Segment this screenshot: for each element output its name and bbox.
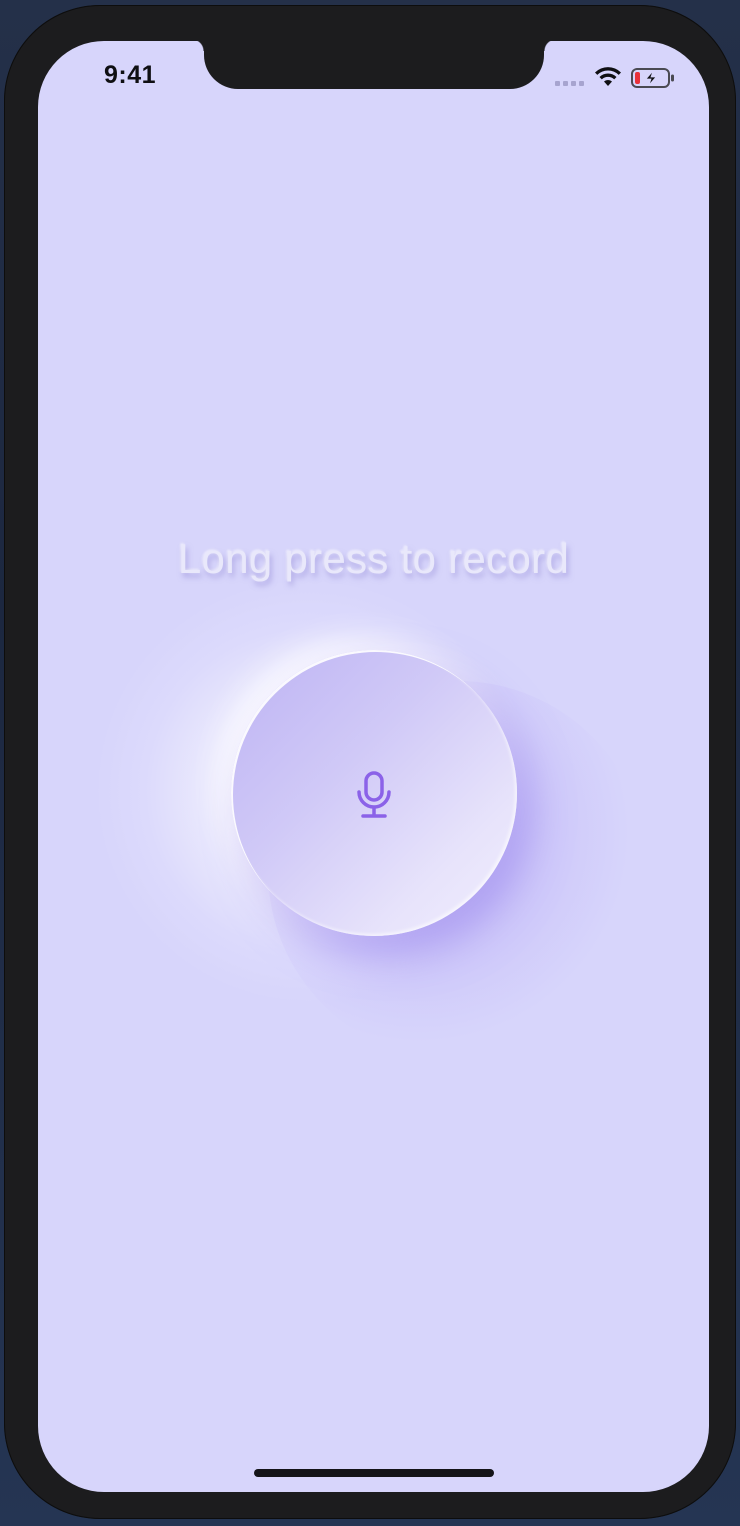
microphone-icon (357, 771, 391, 818)
status-time: 9:41 (104, 61, 157, 89)
record-hint-text: Long press to record (177, 535, 570, 582)
app-screen: 9:41 Long press to record (38, 41, 709, 1492)
home-indicator[interactable] (254, 1469, 494, 1477)
signal-icon (555, 81, 584, 86)
phone-frame: 9:41 Long press to record (4, 5, 736, 1519)
record-button[interactable] (231, 650, 517, 936)
wifi-icon (595, 67, 621, 86)
battery-charging-icon (631, 68, 674, 88)
device-notch (192, 41, 556, 89)
